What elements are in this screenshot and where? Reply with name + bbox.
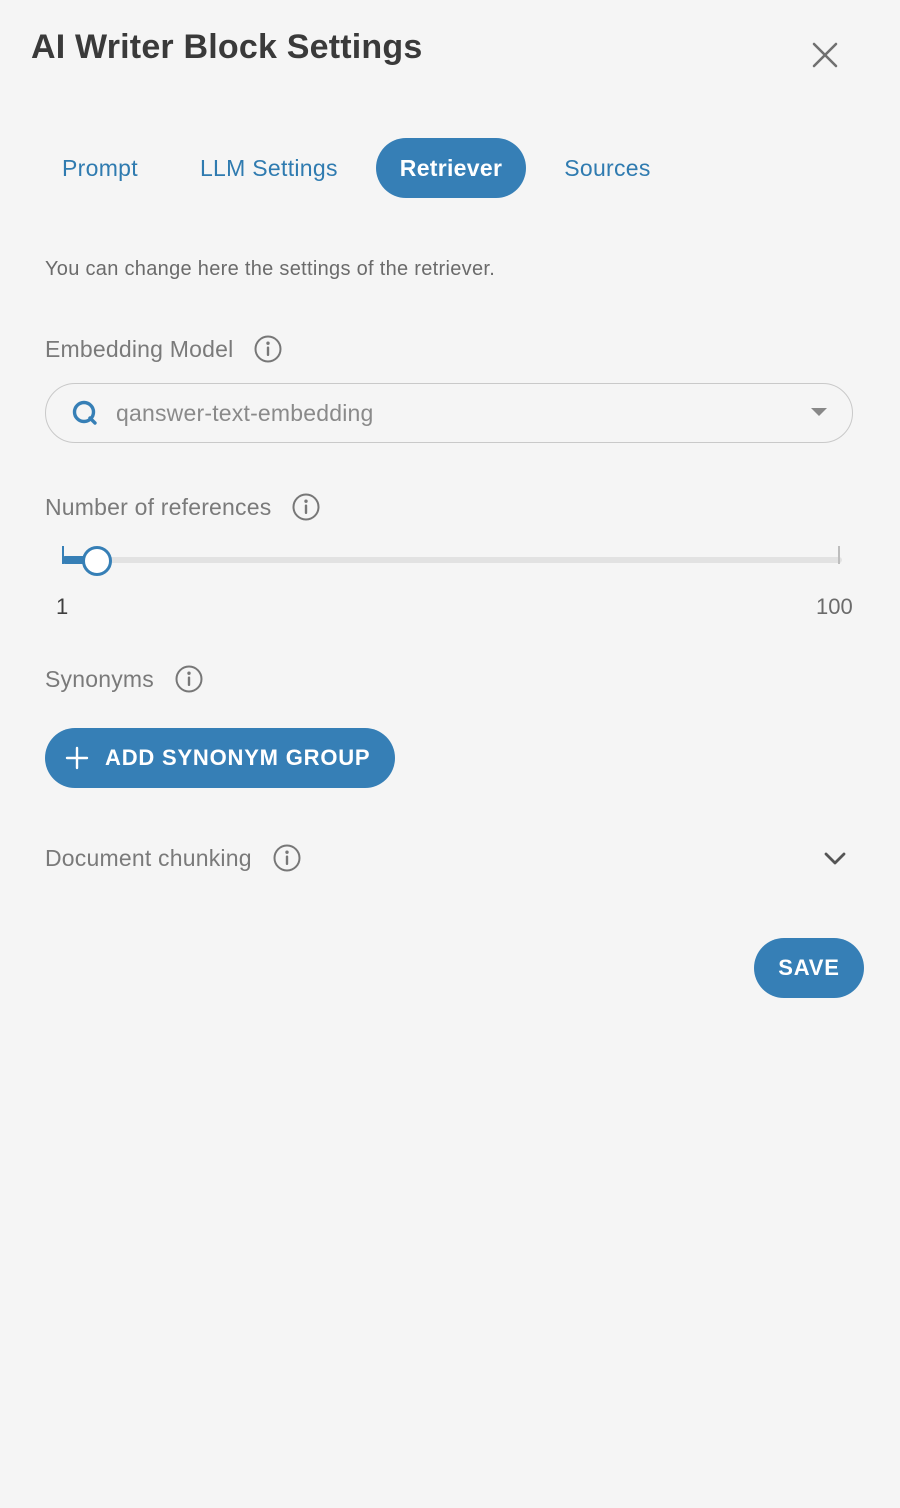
- tab-llm-settings[interactable]: LLM Settings: [176, 138, 362, 198]
- close-button[interactable]: [806, 36, 844, 74]
- tab-prompt[interactable]: Prompt: [38, 138, 162, 198]
- info-icon[interactable]: [253, 334, 283, 364]
- slider-min-label: 1: [56, 594, 69, 619]
- embedding-model-label: Embedding Model: [45, 335, 234, 362]
- dialog-title: AI Writer Block Settings: [31, 28, 423, 66]
- expand-chunking-button[interactable]: [822, 848, 848, 870]
- close-icon: [812, 42, 838, 68]
- embedding-model-label-row: Embedding Model: [45, 334, 283, 364]
- slider-mark-max: [838, 546, 840, 564]
- slider-max-label: 100: [816, 594, 853, 619]
- plus-icon: [65, 746, 89, 770]
- references-slider[interactable]: [62, 540, 842, 582]
- info-icon[interactable]: [291, 492, 321, 522]
- add-synonym-group-label: ADD SYNONYM GROUP: [105, 745, 371, 770]
- dropdown-arrow-icon: [810, 406, 828, 418]
- tab-bar: Prompt LLM Settings Retriever Sources: [38, 138, 689, 198]
- references-label-row: Number of references: [45, 492, 321, 522]
- chevron-down-icon: [824, 852, 846, 865]
- save-button[interactable]: SAVE: [754, 938, 864, 998]
- synonyms-label: Synonyms: [45, 665, 154, 692]
- references-label: Number of references: [45, 493, 272, 520]
- embedding-model-value: qanswer-text-embedding: [116, 399, 374, 426]
- info-icon[interactable]: [272, 843, 302, 873]
- retriever-description: You can change here the settings of the …: [45, 258, 496, 280]
- document-chunking-row[interactable]: Document chunking: [45, 843, 302, 873]
- add-synonym-group-button[interactable]: ADD SYNONYM GROUP: [45, 728, 395, 788]
- slider-rail: [62, 557, 842, 563]
- embedding-model-select[interactable]: qanswer-text-embedding: [45, 383, 853, 443]
- slider-thumb[interactable]: [81, 546, 112, 576]
- slider-mark-min: [62, 546, 64, 564]
- tab-sources[interactable]: Sources: [540, 138, 674, 198]
- qanswer-logo-icon: [70, 398, 100, 428]
- document-chunking-label: Document chunking: [45, 844, 252, 871]
- synonyms-label-row: Synonyms: [45, 664, 204, 694]
- tab-retriever[interactable]: Retriever: [375, 138, 527, 198]
- info-icon[interactable]: [174, 664, 204, 694]
